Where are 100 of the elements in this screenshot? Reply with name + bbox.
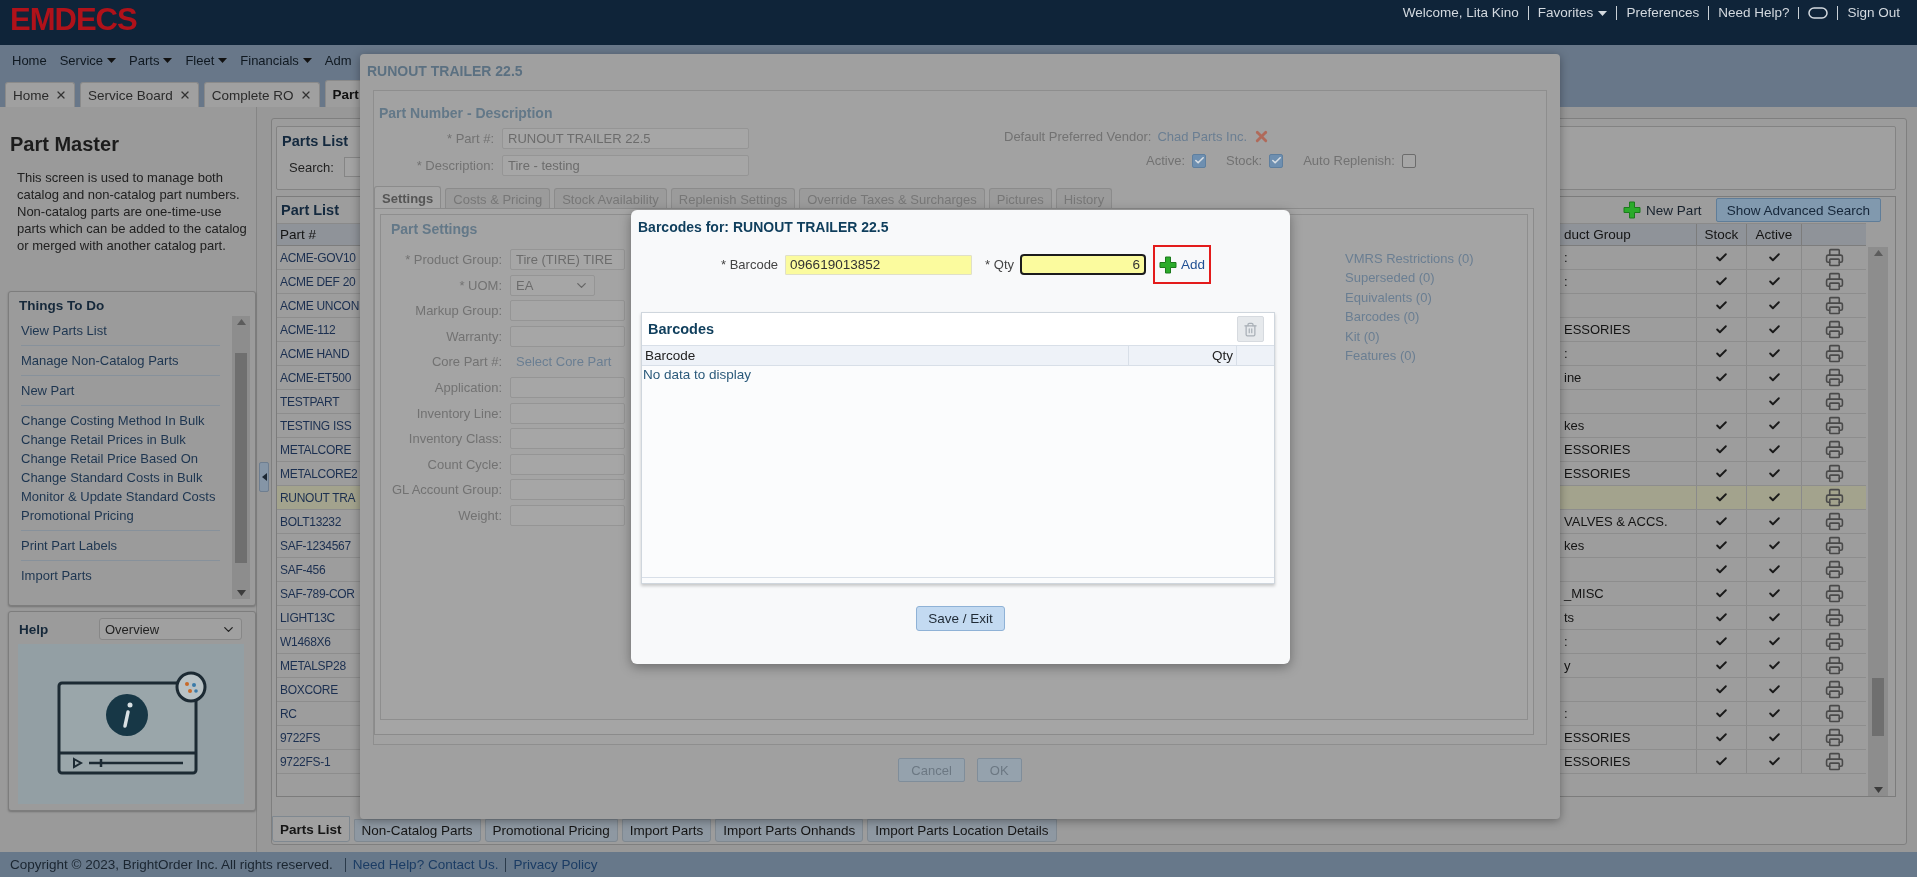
scroll-thumb[interactable] [1872,677,1884,736]
printer-icon[interactable] [1824,536,1844,555]
printer-icon[interactable] [1824,488,1844,507]
header-link[interactable]: Preferences [1616,6,1709,20]
printer-icon[interactable] [1824,392,1844,411]
check-icon [1715,275,1728,288]
footer-link[interactable]: Need Help? Contact Us. [344,857,506,872]
input-field[interactable] [510,428,625,450]
task-link[interactable]: Change Retail Price Based On [21,449,220,468]
printer-icon[interactable] [1824,416,1844,435]
tab[interactable]: Service Board [80,82,199,107]
tab[interactable]: Home [5,82,75,107]
part-number-cell-text: W1468X6 [279,633,332,651]
topic-select[interactable]: Overview [99,618,242,640]
checkbox[interactable] [1269,153,1284,168]
input-field[interactable] [510,453,625,475]
task-link[interactable]: Change Costing Method In Bulk [21,411,220,430]
scroll-down-arrow-icon[interactable] [1873,787,1883,793]
qty-label: * Qty [985,257,1014,272]
check-icon [1767,323,1781,336]
check-icon [1767,731,1781,744]
task-link[interactable]: New Part [21,381,220,400]
part-number-cell-text: METALCORE [279,441,353,459]
nav-menu-item[interactable]: Service [59,52,117,68]
printer-icon[interactable] [1824,440,1844,459]
printer-icon[interactable] [1824,248,1844,267]
checkbox[interactable] [1192,153,1206,168]
part-number-cell-text: 9722FS [279,729,322,747]
printer-icon[interactable] [1824,320,1844,339]
nav-menu-item[interactable]: Fleet [185,52,228,68]
check-icon [1715,539,1728,552]
printer-icon[interactable] [1824,584,1844,603]
input-field[interactable] [510,479,625,501]
welcome-text: Welcome, Lita Kino [1401,6,1520,20]
nav-menu-item[interactable]: Home [12,52,47,68]
tab[interactable]: Parts List [272,816,350,842]
checkbox[interactable] [1401,153,1416,168]
task-link[interactable]: Manage Non-Catalog Parts [21,351,220,370]
task-link[interactable]: Print Part Labels [21,536,220,555]
printer-icon[interactable] [1824,752,1844,771]
printer-icon[interactable] [1824,560,1844,579]
printer-icon[interactable] [1824,704,1844,723]
scroll-down-arrow-icon[interactable] [236,590,246,596]
check-icon [1715,755,1728,768]
scroll-thumb[interactable] [235,352,247,563]
nav-menu-item[interactable]: Financials [240,52,312,68]
qty-input[interactable]: 6 [1020,254,1146,275]
printer-icon[interactable] [1824,608,1844,627]
new-part-button[interactable]: New Part [1623,201,1702,219]
part-number-cell-text: SAF-789-COR [279,585,356,603]
search-field[interactable] [343,157,361,177]
footer-link[interactable]: Privacy Policy [505,857,605,872]
printer-icon[interactable] [1824,344,1844,363]
input-field[interactable] [510,504,625,526]
printer-icon[interactable] [1824,728,1844,747]
printer-icon[interactable] [1824,296,1844,315]
header-link[interactable]: Sign Out [1837,6,1909,20]
header-link[interactable]: Need Help? [1708,6,1799,20]
tab[interactable]: Settings [374,186,442,209]
input-field[interactable] [510,300,625,322]
tab[interactable]: Import Parts [621,819,712,842]
add-button[interactable]: Add [1153,245,1211,284]
barcode-label: * Barcode [721,257,779,272]
tab[interactable]: Non-Catalog Parts [353,819,481,842]
task-link[interactable]: Import Parts [21,566,220,585]
barcode-input[interactable]: 096619013852 [785,254,973,275]
input-field[interactable] [510,325,625,347]
advanced-search-button[interactable]: Show Advanced Search [1715,198,1881,222]
scroll-up-arrow-icon[interactable] [236,319,246,325]
header-menu[interactable]: Favorites [1527,6,1617,20]
printer-icon[interactable] [1824,368,1844,387]
input-field[interactable] [510,402,625,424]
tab[interactable]: Promotional Pricing [484,819,618,842]
scrollbar[interactable] [1868,247,1888,796]
tab[interactable]: Import Parts Location Details [867,819,1057,842]
toggle-icon[interactable] [1808,7,1829,19]
check-icon [1715,419,1728,432]
tab[interactable]: Complete RO [203,82,320,107]
nav-menu-item[interactable]: Adm [324,52,352,68]
scrollbar[interactable] [232,316,250,599]
close-icon[interactable] [55,89,67,101]
nav-menu-item[interactable]: Parts [129,52,173,68]
task-link[interactable]: Promotional Pricing [21,506,220,525]
printer-icon[interactable] [1824,680,1844,699]
task-link[interactable]: Monitor & Update Standard Costs [21,487,220,506]
printer-icon[interactable] [1824,656,1844,675]
caret-icon [1598,10,1608,16]
input-field[interactable] [510,376,625,398]
scroll-up-arrow-icon[interactable] [1873,250,1883,256]
printer-icon[interactable] [1824,512,1844,531]
printer-icon[interactable] [1824,464,1844,483]
tab[interactable]: Import Parts Onhands [715,819,864,842]
collapse-handle[interactable] [259,462,269,492]
save-exit-button[interactable]: Save / Exit [916,606,1005,631]
task-link[interactable]: View Parts List [21,321,220,340]
printer-icon[interactable] [1824,272,1844,291]
product-group-cell-text: : [1563,705,1569,723]
task-link[interactable]: Change Standard Costs in Bulk [21,468,220,487]
task-link[interactable]: Change Retail Prices in Bulk [21,430,220,449]
printer-icon[interactable] [1824,632,1844,651]
